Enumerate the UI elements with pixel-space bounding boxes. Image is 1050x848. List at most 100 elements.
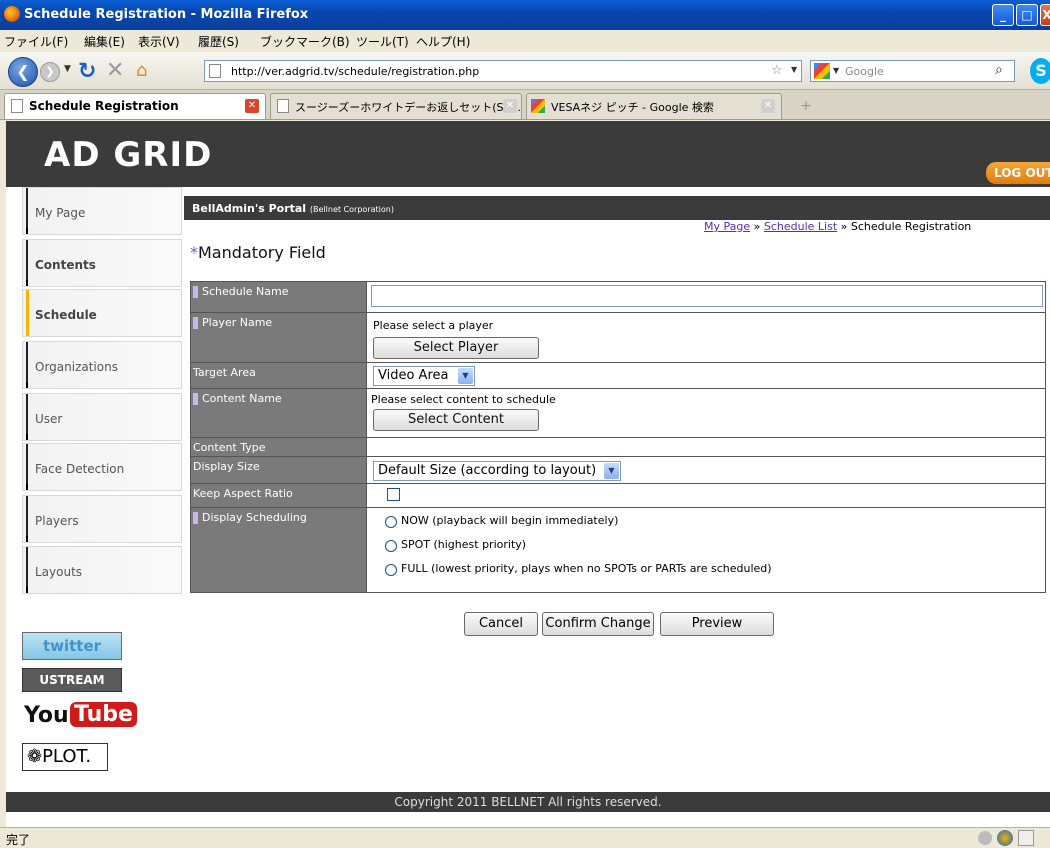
logout-button[interactable]: LOG OUT bbox=[986, 162, 1050, 184]
menu-bar: ファイル(F) 編集(E) 表示(V) 履歴(S) ブックマーク(B) ツール(… bbox=[0, 30, 1050, 52]
status-bar: 完了 bbox=[0, 827, 1050, 848]
select-content-button[interactable]: Select Content bbox=[373, 409, 539, 431]
keep-aspect-checkbox[interactable] bbox=[387, 488, 400, 501]
new-tab-icon[interactable]: + bbox=[796, 96, 816, 116]
history-dropdown-icon[interactable]: ▼ bbox=[64, 64, 71, 74]
sidebar-tick bbox=[26, 382, 28, 388]
menu-tools[interactable]: ツール(T) bbox=[356, 33, 409, 50]
tab-susie-zoo[interactable]: スージーズーホワイトデーお返しセット(Su... ✕ bbox=[270, 93, 522, 119]
search-engine-dropdown-icon[interactable]: ▼ bbox=[833, 66, 839, 75]
tab-schedule-registration[interactable]: Schedule Registration ✕ bbox=[4, 93, 266, 119]
network-status-icon[interactable] bbox=[997, 830, 1013, 846]
sidebar-item-schedule[interactable]: Schedule bbox=[22, 289, 182, 337]
target-area-cell: Video Area ▼ bbox=[369, 363, 1045, 388]
close-button[interactable]: X bbox=[1040, 4, 1050, 26]
content-name-label: Content Name bbox=[191, 389, 367, 437]
radio-now[interactable] bbox=[385, 516, 397, 528]
sidebar-item-face-detection[interactable]: Face Detection bbox=[22, 443, 182, 491]
sidebar-marker bbox=[26, 290, 29, 336]
target-area-value: Video Area bbox=[378, 368, 449, 383]
radio-full[interactable] bbox=[385, 564, 397, 576]
youtube-link[interactable]: You Tube bbox=[22, 700, 137, 736]
target-area-select[interactable]: Video Area ▼ bbox=[373, 366, 475, 386]
url-dropdown-icon[interactable]: ▼ bbox=[791, 65, 797, 74]
select-player-button[interactable]: Select Player bbox=[373, 337, 539, 359]
stop-icon[interactable]: ✕ bbox=[106, 58, 124, 83]
close-tab-icon[interactable]: ✕ bbox=[761, 99, 775, 113]
addon-icon[interactable] bbox=[978, 831, 992, 845]
keep-aspect-cell bbox=[369, 484, 1045, 507]
youtube-tube-text: Tube bbox=[70, 702, 137, 727]
home-icon[interactable]: ⌂ bbox=[136, 60, 147, 81]
label-text: Schedule Name bbox=[202, 285, 289, 298]
url-text[interactable]: http://ver.adgrid.tv/schedule/registrati… bbox=[231, 65, 479, 78]
maximize-button[interactable]: □ bbox=[1016, 4, 1038, 26]
radio-now-label: NOW (playback will begin immediately) bbox=[401, 514, 619, 527]
row-display-size: Display Size Default Size (according to … bbox=[191, 457, 1045, 484]
magnifier-icon[interactable]: ⌕ bbox=[995, 62, 1003, 78]
menu-bookmarks[interactable]: ブックマーク(B) bbox=[260, 33, 350, 50]
row-target-area: Target Area Video Area ▼ bbox=[191, 363, 1045, 389]
skype-status-icon[interactable] bbox=[1018, 830, 1034, 846]
sidebar-item-label: Players bbox=[35, 514, 79, 528]
ustream-link[interactable]: USTREAM bbox=[22, 668, 122, 692]
content-type-label: Content Type bbox=[191, 438, 367, 456]
search-bar[interactable]: ▼ Google ⌕ bbox=[810, 60, 1015, 82]
breadcrumb-schedule-list[interactable]: Schedule List bbox=[764, 220, 837, 233]
sidebar-item-my-page[interactable]: My Page bbox=[22, 187, 182, 235]
sidebar-item-label: My Page bbox=[35, 206, 86, 220]
cancel-button[interactable]: Cancel bbox=[464, 612, 538, 636]
sidebar-item-label: Layouts bbox=[35, 565, 83, 579]
twitter-link[interactable]: twitter bbox=[22, 632, 122, 660]
row-schedule-name: Schedule Name bbox=[191, 282, 1045, 313]
menu-history[interactable]: 履歴(S) bbox=[198, 33, 239, 50]
display-scheduling-cell: NOW (playback will begin immediately) SP… bbox=[369, 508, 1045, 592]
reload-icon[interactable]: ↻ bbox=[78, 59, 96, 84]
confirm-change-button[interactable]: Confirm Change bbox=[542, 612, 654, 636]
tab-label: スージーズーホワイトデーお返しセット(Su... bbox=[295, 101, 521, 114]
menu-edit[interactable]: 編集(E) bbox=[84, 33, 125, 50]
sidebar-item-layouts[interactable]: Layouts bbox=[22, 546, 182, 594]
back-icon[interactable]: ❮ bbox=[8, 57, 38, 87]
radio-spot-label: SPOT (highest priority) bbox=[401, 538, 527, 551]
window-title-bar[interactable]: Schedule Registration - Mozilla Firefox … bbox=[0, 0, 1050, 30]
sidebar-item-organizations[interactable]: Organizations bbox=[22, 341, 182, 389]
display-size-label: Display Size bbox=[191, 457, 367, 483]
breadcrumb: My Page » Schedule List » Schedule Regis… bbox=[704, 220, 971, 233]
display-size-select[interactable]: Default Size (according to layout) ▼ bbox=[373, 461, 621, 481]
forward-icon[interactable]: ❯ bbox=[40, 62, 60, 82]
row-content-type: Content Type bbox=[191, 438, 1045, 457]
target-area-label: Target Area bbox=[191, 363, 367, 388]
row-keep-aspect: Keep Aspect Ratio bbox=[191, 484, 1045, 508]
display-scheduling-label: Display Scheduling bbox=[191, 508, 367, 592]
preview-button[interactable]: Preview bbox=[660, 612, 774, 636]
required-marker bbox=[193, 393, 198, 405]
bookmark-star-icon[interactable]: ☆ bbox=[771, 63, 783, 78]
close-tab-icon[interactable]: ✕ bbox=[503, 99, 517, 113]
radio-full-label: FULL (lowest priority, plays when no SPO… bbox=[401, 562, 772, 575]
label-text: Content Name bbox=[202, 392, 282, 405]
menu-file[interactable]: ファイル(F) bbox=[4, 33, 68, 50]
portal-bar: BellAdmin's Portal (Bellnet Corporation) bbox=[184, 196, 1050, 220]
search-input[interactable]: Google bbox=[845, 65, 884, 78]
google-icon bbox=[531, 99, 545, 113]
skype-icon[interactable]: S bbox=[1030, 58, 1050, 84]
url-bar[interactable]: http://ver.adgrid.tv/schedule/registrati… bbox=[204, 60, 802, 82]
sidebar-item-user[interactable]: User bbox=[22, 393, 182, 441]
player-name-cell: Please select a player Select Player bbox=[369, 313, 1045, 362]
menu-view[interactable]: 表示(V) bbox=[138, 33, 180, 50]
minimize-button[interactable]: _ bbox=[992, 4, 1014, 26]
schedule-name-input[interactable] bbox=[371, 285, 1043, 307]
google-icon[interactable] bbox=[814, 63, 830, 79]
page-icon bbox=[209, 64, 221, 78]
sidebar-item-contents[interactable]: Contents bbox=[22, 239, 182, 287]
plot-link[interactable]: ❁PLOT. bbox=[22, 743, 108, 771]
radio-spot[interactable] bbox=[385, 540, 397, 552]
sidebar-item-players[interactable]: Players bbox=[22, 495, 182, 543]
tab-label: Schedule Registration bbox=[29, 99, 179, 113]
row-display-scheduling: Display Scheduling NOW (playback will be… bbox=[191, 508, 1045, 592]
menu-help[interactable]: ヘルプ(H) bbox=[416, 33, 470, 50]
close-tab-icon[interactable]: ✕ bbox=[245, 99, 259, 113]
tab-vesa-search[interactable]: VESAネジ ピッチ - Google 検索 ✕ bbox=[526, 93, 782, 119]
breadcrumb-my-page[interactable]: My Page bbox=[704, 220, 750, 233]
